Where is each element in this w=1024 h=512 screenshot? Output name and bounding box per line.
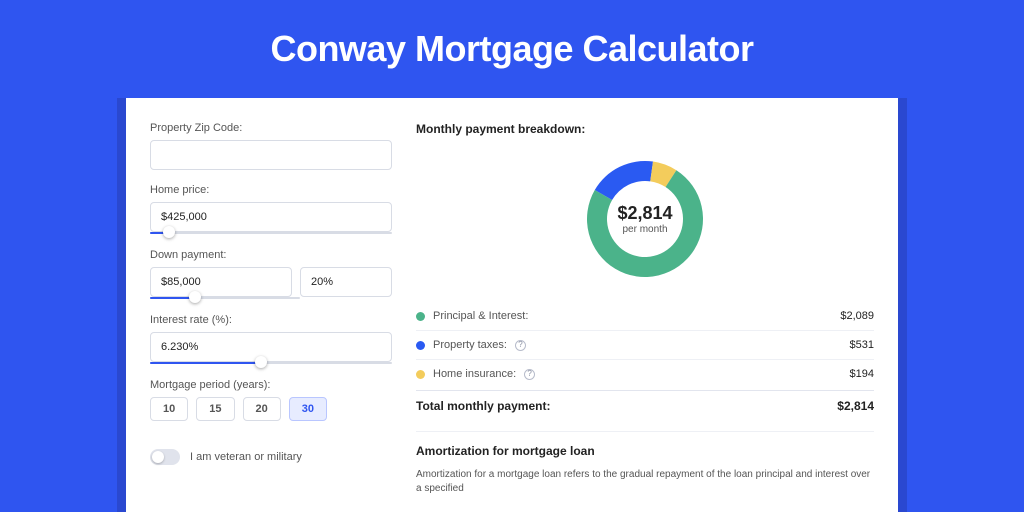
legend-dot <box>416 312 425 321</box>
period-label: Mortgage period (years): <box>150 379 392 391</box>
down-payment-input[interactable] <box>150 267 292 297</box>
legend-row: Property taxes:? $531 <box>416 331 874 360</box>
down-payment-slider[interactable] <box>150 296 300 300</box>
slider-thumb[interactable] <box>255 356 267 368</box>
legend-row: Home insurance:? $194 <box>416 360 874 388</box>
slider-thumb[interactable] <box>189 291 201 303</box>
legend-label: Home insurance: <box>433 368 516 380</box>
amortization-title: Amortization for mortgage loan <box>416 444 874 458</box>
total-row: Total monthly payment: $2,814 <box>416 390 874 423</box>
period-option-10[interactable]: 10 <box>150 397 188 421</box>
legend-value: $2,089 <box>840 310 874 322</box>
amortization-text: Amortization for a mortgage loan refers … <box>416 468 874 496</box>
breakdown-title: Monthly payment breakdown: <box>416 122 874 136</box>
zip-input[interactable] <box>150 140 392 170</box>
interest-input[interactable] <box>150 332 392 362</box>
breakdown-donut: $2,814 per month <box>416 144 874 294</box>
breakdown-legend: Principal & Interest: $2,089 Property taxe… <box>416 302 874 388</box>
donut-amount: $2,814 <box>617 203 672 224</box>
zip-group: Property Zip Code: <box>150 122 392 170</box>
legend-row: Principal & Interest: $2,089 <box>416 302 874 331</box>
inputs-column: Property Zip Code: Home price: Down paym… <box>150 122 392 512</box>
interest-group: Interest rate (%): <box>150 314 392 365</box>
period-option-15[interactable]: 15 <box>196 397 234 421</box>
home-price-group: Home price: <box>150 184 392 235</box>
page-header: Conway Mortgage Calculator <box>0 0 1024 98</box>
slider-thumb[interactable] <box>163 226 175 238</box>
down-payment-pct-input[interactable] <box>300 267 392 297</box>
help-icon[interactable]: ? <box>515 340 526 351</box>
veteran-label: I am veteran or military <box>190 451 302 463</box>
donut-center: $2,814 per month <box>617 203 672 235</box>
toggle-knob <box>152 451 164 463</box>
home-price-label: Home price: <box>150 184 392 196</box>
legend-dot <box>416 341 425 350</box>
interest-slider[interactable] <box>150 361 392 365</box>
results-column: Monthly payment breakdown: $2,814 per mo… <box>416 122 874 512</box>
legend-left: Home insurance:? <box>416 368 535 380</box>
legend-left: Property taxes:? <box>416 339 526 351</box>
home-price-slider[interactable] <box>150 231 392 235</box>
interest-label: Interest rate (%): <box>150 314 392 326</box>
veteran-toggle[interactable] <box>150 449 180 465</box>
slider-track <box>150 232 392 234</box>
total-value: $2,814 <box>837 399 874 413</box>
home-price-input[interactable] <box>150 202 392 232</box>
down-payment-label: Down payment: <box>150 249 392 261</box>
legend-dot <box>416 370 425 379</box>
help-icon[interactable]: ? <box>524 369 535 380</box>
donut-caption: per month <box>617 224 672 235</box>
legend-value: $194 <box>850 368 874 380</box>
calculator-panel: Property Zip Code: Home price: Down paym… <box>126 98 898 512</box>
zip-label: Property Zip Code: <box>150 122 392 134</box>
page-title: Conway Mortgage Calculator <box>0 0 1024 98</box>
veteran-row: I am veteran or military <box>150 449 392 465</box>
donut-slice <box>595 161 653 200</box>
legend-label: Property taxes: <box>433 339 507 351</box>
period-group: Mortgage period (years): 10 15 20 30 <box>150 379 392 421</box>
slider-fill <box>150 362 261 364</box>
legend-value: $531 <box>850 339 874 351</box>
legend-left: Principal & Interest: <box>416 310 528 322</box>
amortization-section: Amortization for mortgage loan Amortizat… <box>416 431 874 496</box>
total-label: Total monthly payment: <box>416 399 550 413</box>
period-option-30[interactable]: 30 <box>289 397 327 421</box>
period-option-20[interactable]: 20 <box>243 397 281 421</box>
down-payment-group: Down payment: <box>150 249 392 300</box>
legend-label: Principal & Interest: <box>433 310 528 322</box>
panel-shadow: Property Zip Code: Home price: Down paym… <box>117 98 907 512</box>
period-row: 10 15 20 30 <box>150 397 392 421</box>
